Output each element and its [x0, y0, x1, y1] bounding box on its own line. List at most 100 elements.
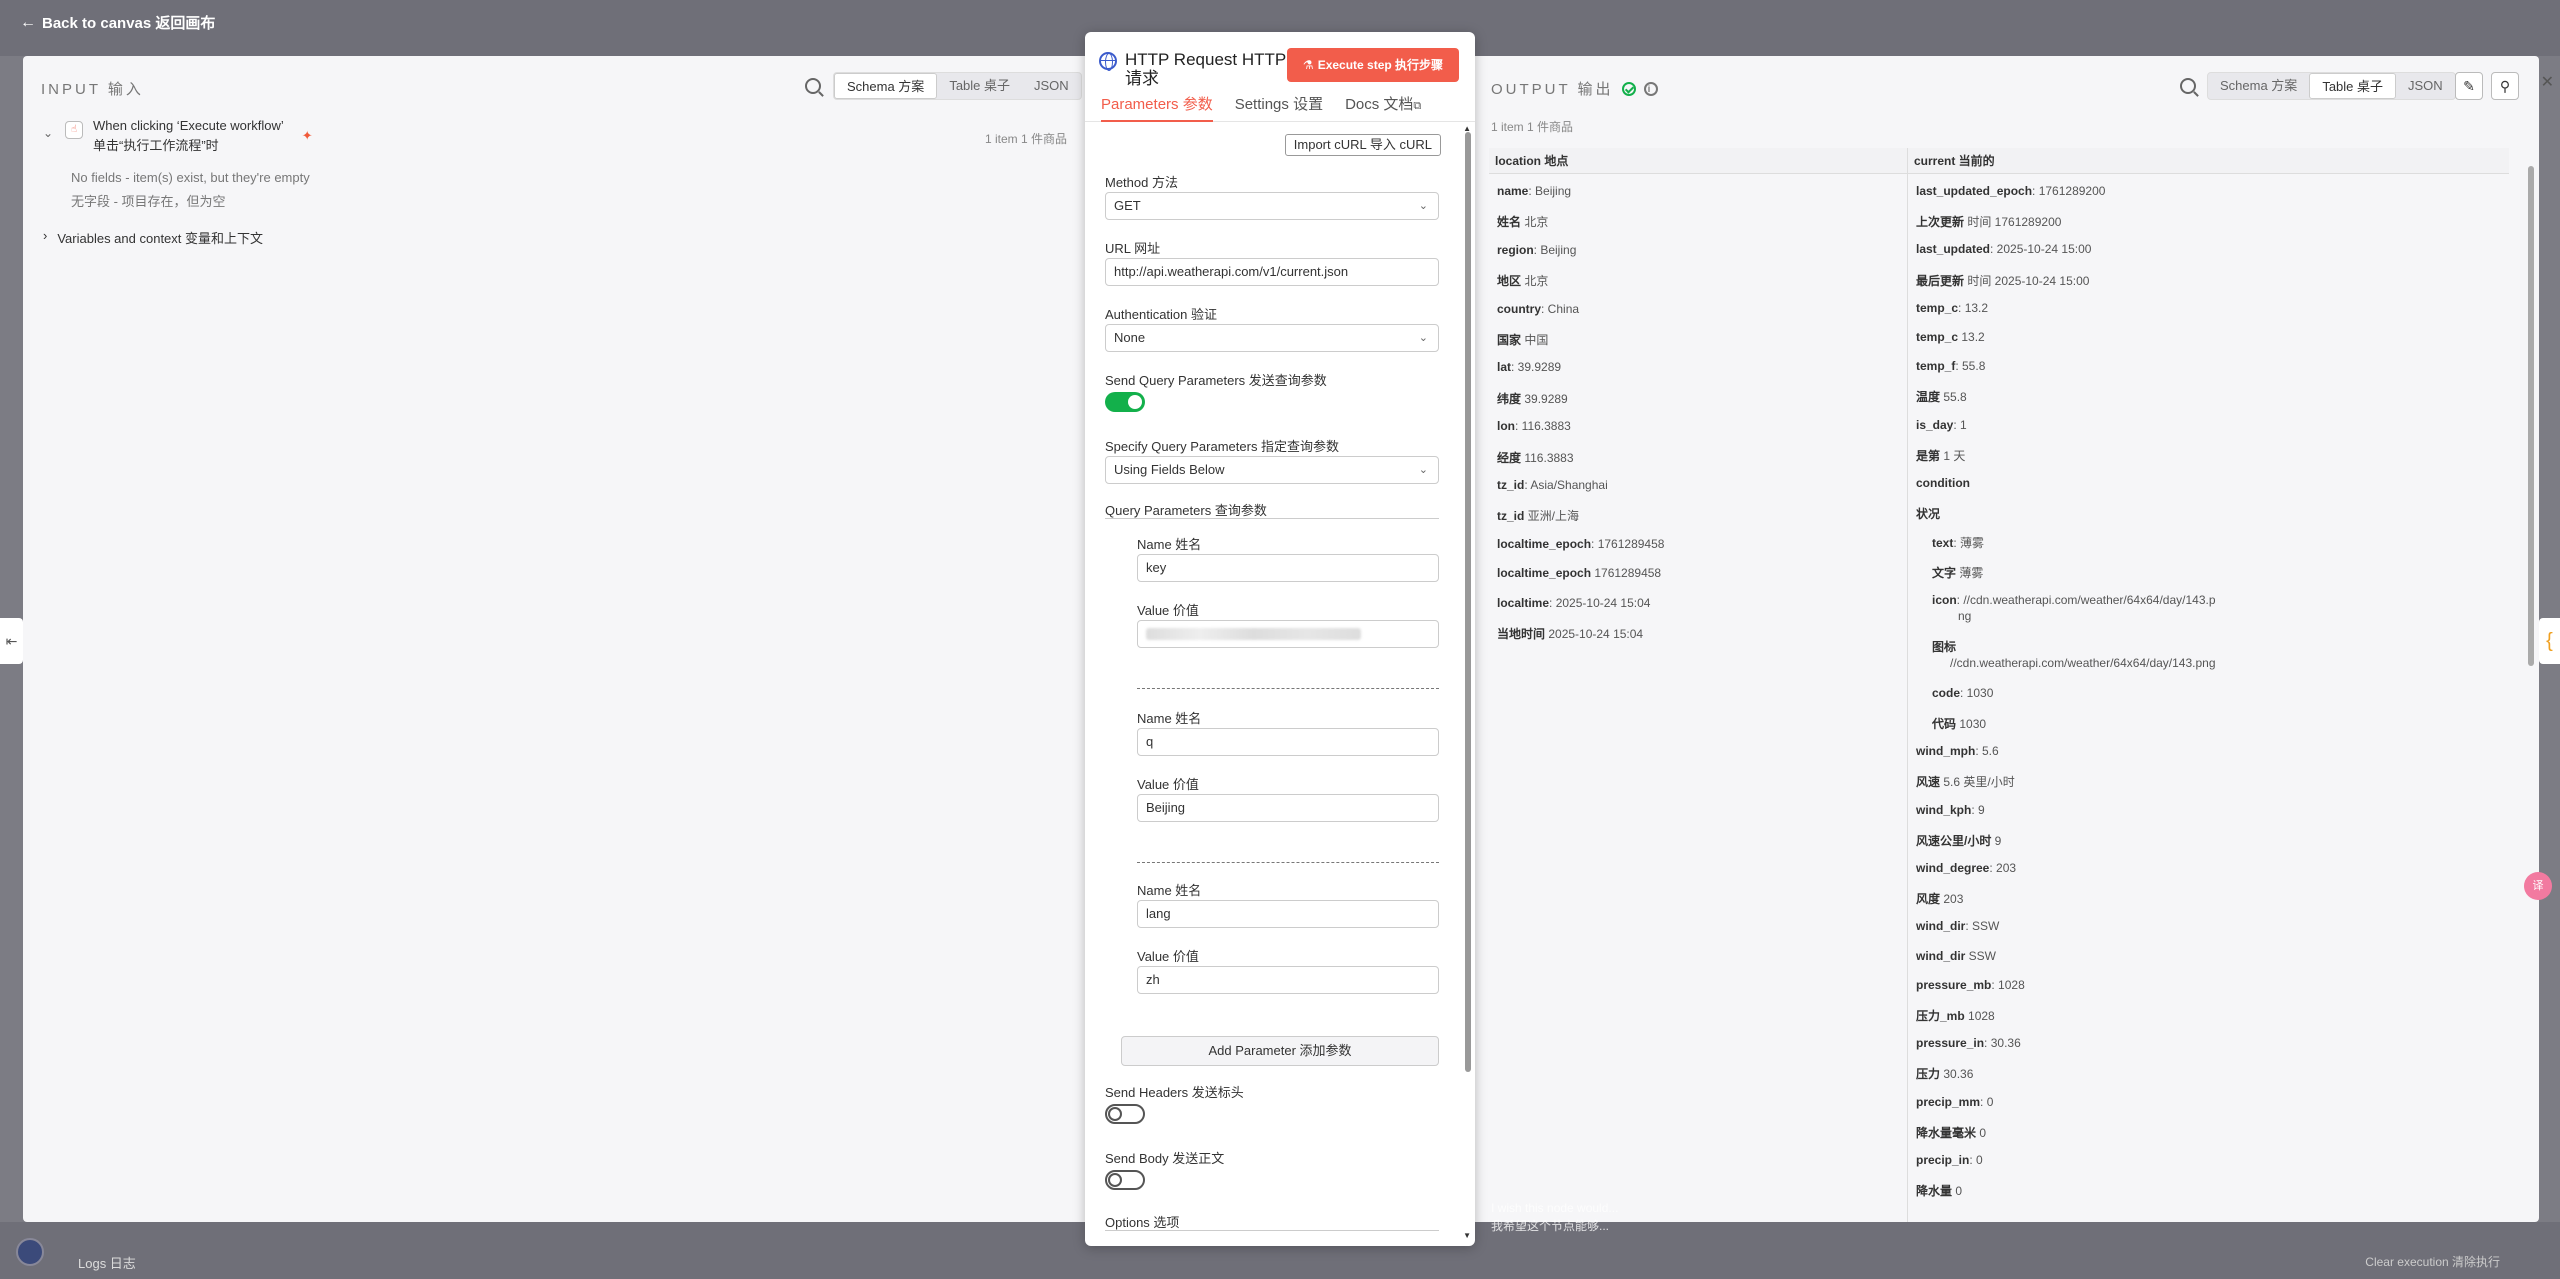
kv-value[interactable]: : 2025-10-24 15:00 — [1990, 242, 2091, 256]
kv-key[interactable]: 降水量 — [1916, 1184, 1952, 1198]
kv-value[interactable]: : 55.8 — [1955, 359, 1985, 373]
output-view-json[interactable]: JSON — [2396, 73, 2455, 99]
kv-key[interactable]: last_updated — [1916, 242, 1990, 256]
kv-value[interactable]: : 30.36 — [1984, 1036, 2021, 1050]
input-view-table[interactable]: Table 桌子 — [937, 73, 1022, 99]
tab-docs[interactable]: Docs 文档⧉ — [1345, 94, 1421, 121]
user-avatar[interactable] — [16, 1238, 44, 1266]
kv-key[interactable]: lat — [1497, 360, 1511, 374]
send-query-toggle[interactable] — [1105, 392, 1145, 412]
authentication-select[interactable]: None ⌄ — [1105, 324, 1439, 352]
param-name-input[interactable]: lang — [1137, 900, 1439, 928]
kv-value[interactable]: : //cdn.weatherapi.com/weather/64x64/day… — [1957, 593, 2216, 607]
kv-value[interactable]: : Beijing — [1528, 184, 1571, 198]
kv-value[interactable]: 0 — [1976, 1126, 1986, 1140]
kv-value[interactable]: : 116.3883 — [1515, 419, 1571, 433]
kv-key[interactable]: 风速公里/小时 — [1916, 834, 1991, 848]
kv-key[interactable]: 温度 — [1916, 390, 1940, 404]
kv-value[interactable]: : SSW — [1965, 919, 1999, 933]
collapse-left-tab[interactable]: ⇤ — [0, 618, 23, 664]
kv-value[interactable]: : 0 — [1969, 1153, 1982, 1167]
kv-key[interactable]: 上次更新 — [1916, 215, 1964, 229]
kv-key[interactable]: 最后更新 — [1916, 274, 1964, 288]
pin-output-button[interactable]: ⚲ — [2491, 72, 2519, 100]
kv-value[interactable]: : Asia/Shanghai — [1524, 478, 1607, 492]
output-scrollbar[interactable] — [2527, 154, 2535, 1224]
close-icon[interactable]: ✕ — [2541, 72, 2554, 92]
kv-key[interactable]: name — [1497, 184, 1528, 198]
kv-value[interactable]: : 1761289458 — [1591, 537, 1664, 551]
kv-key[interactable]: localtime_epoch — [1497, 537, 1591, 551]
kv-key[interactable]: country — [1497, 302, 1541, 316]
kv-key[interactable]: text — [1932, 536, 1953, 550]
kv-value[interactable]: : 39.9289 — [1511, 360, 1561, 374]
logs-toggle[interactable]: Logs 日志 — [78, 1253, 136, 1272]
kv-key[interactable]: wind_degree — [1916, 861, 1989, 875]
kv-key[interactable]: 风速 — [1916, 775, 1940, 789]
kv-value[interactable]: 亚洲/上海 — [1524, 509, 1579, 523]
kv-key[interactable]: 当地时间 — [1497, 627, 1545, 641]
kv-key[interactable]: condition — [1916, 476, 1970, 490]
kv-value[interactable]: 时间 2025-10-24 15:00 — [1964, 274, 2089, 288]
kv-key[interactable]: 经度 — [1497, 451, 1521, 465]
kv-value[interactable]: : Beijing — [1534, 243, 1577, 257]
kv-key[interactable]: temp_c — [1916, 301, 1958, 315]
kv-value[interactable]: 1030 — [1956, 717, 1986, 731]
import-curl-button[interactable]: Import cURL 导入 cURL — [1284, 134, 1441, 156]
kv-key[interactable]: wind_dir — [1916, 949, 1965, 963]
kv-value[interactable]: 39.9289 — [1521, 392, 1567, 406]
tab-settings[interactable]: Settings 设置 — [1235, 94, 1323, 121]
kv-value[interactable]: : 1761289200 — [2032, 184, 2105, 198]
execute-step-button[interactable]: ⚗ Execute step 执行步骤 — [1287, 48, 1459, 82]
scroll-up-icon[interactable]: ▲ — [1463, 124, 1471, 133]
param-name-input[interactable]: key — [1137, 554, 1439, 582]
kv-value[interactable]: 北京 — [1521, 215, 1548, 229]
info-icon[interactable]: i — [1643, 81, 1658, 96]
send-headers-toggle[interactable] — [1105, 1104, 1145, 1124]
kv-value-wrap[interactable]: ng — [1958, 609, 1971, 623]
kv-key[interactable]: 图标 — [1932, 640, 1956, 654]
kv-key[interactable]: pressure_mb — [1916, 978, 1991, 992]
kv-value[interactable]: : 5.6 — [1975, 744, 1998, 758]
tab-parameters[interactable]: Parameters 参数 — [1101, 94, 1213, 122]
kv-key[interactable]: lon — [1497, 419, 1515, 433]
kv-key[interactable]: 地区 — [1497, 274, 1521, 288]
kv-value[interactable]: 203 — [1940, 892, 1963, 906]
kv-key[interactable]: wind_mph — [1916, 744, 1975, 758]
back-to-canvas-link[interactable]: ← Back to canvas 返回画布 — [20, 12, 215, 33]
kv-value[interactable]: 时间 1761289200 — [1964, 215, 2061, 229]
expression-tab[interactable]: { — [2539, 618, 2560, 664]
kv-value[interactable]: 北京 — [1521, 274, 1548, 288]
kv-key[interactable]: 降水量毫米 — [1916, 1126, 1976, 1140]
kv-value[interactable]: 薄雾 — [1956, 566, 1983, 580]
kv-key[interactable]: code — [1932, 686, 1960, 700]
trigger-node-row[interactable]: ⌄ ☝ When clicking ‘Execute workflow’ 单击“… — [43, 116, 313, 156]
kv-key[interactable]: 风度 — [1916, 892, 1940, 906]
kv-value[interactable]: : 0 — [1980, 1095, 1993, 1109]
url-input[interactable]: http://api.weatherapi.com/v1/current.jso… — [1105, 258, 1439, 286]
translate-extension-icon[interactable]: 译 — [2524, 872, 2552, 900]
kv-value[interactable]: 55.8 — [1940, 390, 1966, 404]
kv-value[interactable]: 中国 — [1521, 333, 1548, 347]
send-body-toggle[interactable] — [1105, 1170, 1145, 1190]
kv-value[interactable]: 1028 — [1965, 1009, 1995, 1023]
kv-key[interactable]: 压力_mb — [1916, 1009, 1965, 1023]
clear-execution-button[interactable]: Clear execution 清除执行 — [2365, 1253, 2500, 1270]
kv-value[interactable]: : 1028 — [1991, 978, 2024, 992]
kv-key[interactable]: 姓名 — [1497, 215, 1521, 229]
kv-key[interactable]: localtime_epoch — [1497, 566, 1591, 580]
chevron-down-icon[interactable]: ⌄ — [43, 116, 55, 140]
add-parameter-button[interactable]: Add Parameter 添加参数 — [1121, 1036, 1439, 1066]
kv-value[interactable]: : 2025-10-24 15:04 — [1549, 596, 1650, 610]
kv-key[interactable]: wind_dir — [1916, 919, 1965, 933]
kv-key[interactable]: icon — [1932, 593, 1957, 607]
kv-value[interactable]: : China — [1541, 302, 1579, 316]
kv-value[interactable]: SSW — [1965, 949, 1996, 963]
parameters-scrollbar[interactable] — [1464, 122, 1472, 1242]
input-view-json[interactable]: JSON — [1022, 73, 1081, 99]
edit-output-button[interactable]: ✎ — [2455, 72, 2483, 100]
kv-key[interactable]: tz_id — [1497, 509, 1524, 523]
kv-value[interactable]: : 1030 — [1960, 686, 1993, 700]
kv-value[interactable]: 0 — [1952, 1184, 1962, 1198]
search-icon[interactable] — [805, 78, 821, 94]
